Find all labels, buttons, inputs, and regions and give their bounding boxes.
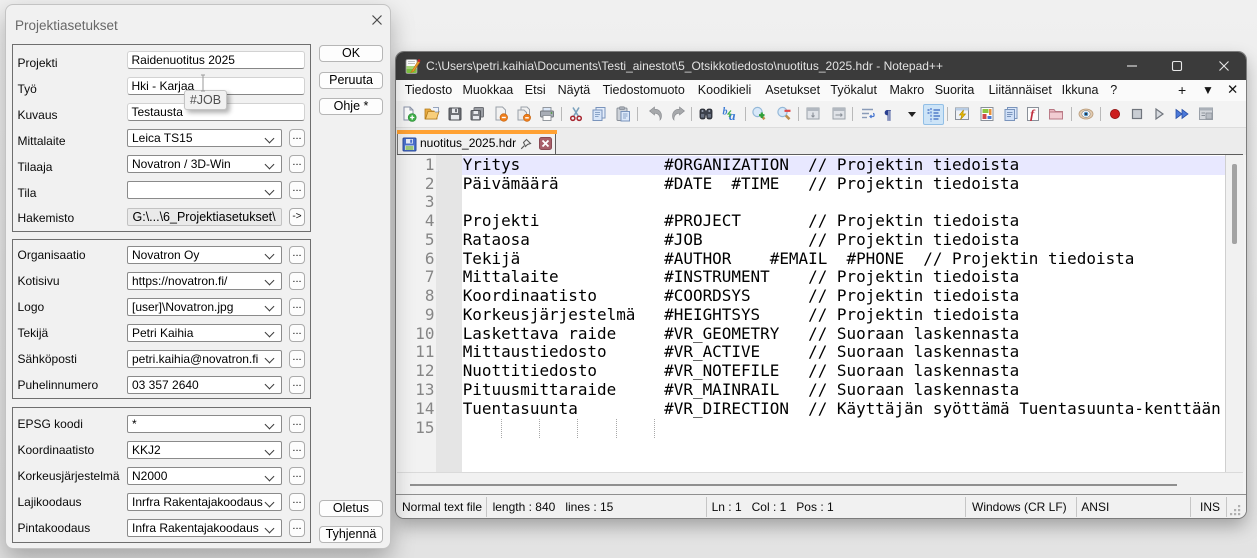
svg-text:b: b bbox=[723, 107, 728, 118]
svg-text:¶: ¶ bbox=[884, 108, 892, 122]
